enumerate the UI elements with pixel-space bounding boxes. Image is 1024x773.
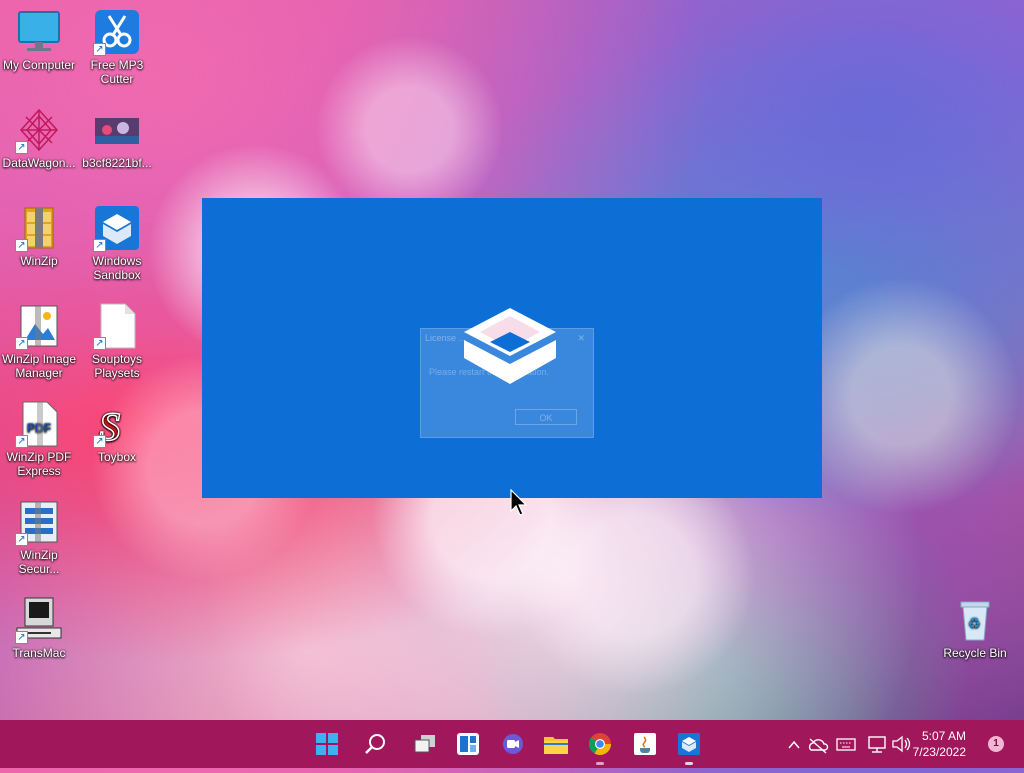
- windows-sandbox-taskbar-button[interactable]: [673, 728, 705, 765]
- close-icon[interactable]: ✕: [577, 329, 585, 347]
- shortcut-arrow-icon: ↗: [15, 435, 28, 448]
- widgets-button[interactable]: [452, 728, 484, 760]
- winzip-image-manager-icon: ↗: [15, 302, 63, 350]
- clock-date[interactable]: 7/23/2022: [886, 745, 966, 759]
- desktop-icon-winzip-image-manager[interactable]: ↗ WinZip Image Manager: [0, 302, 78, 380]
- desktop-icon-label: Recycle Bin: [943, 646, 1007, 660]
- teams-chat-icon: [503, 734, 523, 754]
- clock-time[interactable]: 5:07 AM: [886, 729, 966, 743]
- teams-chat-button[interactable]: [497, 728, 529, 760]
- desktop-icon-recycle-bin[interactable]: ♻ Recycle Bin: [936, 596, 1014, 660]
- keyboard-tray-button[interactable]: [835, 720, 857, 768]
- recycle-bin-icon: ♻: [951, 596, 999, 644]
- desktop-icon-label: WinZip Secur...: [18, 548, 60, 576]
- shortcut-arrow-icon: ↗: [93, 43, 106, 56]
- desktop-icon-label: Souptoys Playsets: [91, 352, 143, 380]
- desktop-icon-winzip-secure[interactable]: ↗ WinZip Secur...: [0, 498, 78, 576]
- java-icon: [634, 733, 656, 755]
- desktop-icon-transmac[interactable]: ↗ TransMac: [0, 596, 78, 660]
- onedrive-icon: [808, 738, 829, 754]
- desktop-icon-winzip-pdf-express[interactable]: PDF ↗ WinZip PDF Express: [0, 400, 78, 478]
- file-explorer-button[interactable]: [540, 728, 572, 760]
- windows-start-icon: [316, 733, 338, 755]
- file-explorer-icon: [544, 737, 568, 754]
- running-indicator: [685, 762, 693, 765]
- desktop-icon-label: Windows Sandbox: [92, 254, 142, 282]
- shortcut-arrow-icon: ↗: [93, 435, 106, 448]
- shortcut-arrow-icon: ↗: [15, 239, 28, 252]
- onedrive-tray-button[interactable]: [807, 720, 829, 768]
- chrome-icon: [588, 733, 611, 755]
- task-view-icon: [414, 735, 435, 753]
- show-hidden-icons-button[interactable]: [784, 720, 804, 768]
- blank-file-icon: ↗: [93, 302, 141, 350]
- desktop-icon-windows-sandbox[interactable]: ↗ Windows Sandbox: [78, 204, 156, 282]
- chrome-button[interactable]: [584, 728, 616, 765]
- image-file-icon: [93, 106, 141, 154]
- desktop-icon-toybox[interactable]: S ↗ Toybox: [78, 400, 156, 464]
- desktop-icon-free-mp3-cutter[interactable]: ↗ Free MP3 Cutter: [78, 8, 156, 86]
- shortcut-arrow-icon: ↗: [15, 141, 28, 154]
- windows-sandbox-logo-icon: [460, 306, 560, 388]
- taskbar: 5:07 AM 7/23/2022: [0, 720, 1024, 768]
- shortcut-arrow-icon: ↗: [15, 631, 28, 644]
- desktop-icon-label: TransMac: [12, 646, 66, 660]
- desktop-icon-image-file[interactable]: b3cf8221bf...: [78, 106, 156, 170]
- desktop-icon-label: My Computer: [2, 58, 76, 72]
- search-icon: [365, 734, 385, 754]
- windows-sandbox-icon: ↗: [93, 204, 141, 252]
- desktop-icon-my-computer[interactable]: My Computer: [0, 8, 78, 72]
- desktop-icon-label: Toybox: [97, 450, 137, 464]
- winzip-secure-icon: ↗: [15, 498, 63, 546]
- toybox-icon: S ↗: [93, 400, 141, 450]
- start-button[interactable]: [311, 728, 343, 760]
- ok-button[interactable]: OK: [515, 409, 577, 425]
- pdf-icon: PDF ↗: [15, 400, 63, 448]
- windows-sandbox-window[interactable]: License ... ✕ Please restart this applic…: [202, 198, 822, 498]
- network-tray-button[interactable]: [866, 720, 888, 768]
- monitor-icon: [15, 8, 63, 56]
- search-button[interactable]: [359, 728, 391, 760]
- shortcut-arrow-icon: ↗: [15, 337, 28, 350]
- transmac-icon: ↗: [15, 596, 63, 644]
- chevron-up-icon: [788, 740, 800, 749]
- network-icon: [868, 736, 886, 753]
- desktop-icon-label: Free MP3 Cutter: [90, 58, 144, 86]
- shortcut-arrow-icon: ↗: [15, 533, 28, 546]
- windows-sandbox-icon: [678, 733, 700, 755]
- desktop-icon-label: WinZip Image Manager: [1, 352, 77, 380]
- datawagon-icon: ↗: [15, 106, 63, 154]
- desktop-icon-label: WinZip PDF Express: [6, 450, 72, 478]
- task-view-button[interactable]: [409, 728, 441, 760]
- svg-text:♻: ♻: [968, 616, 981, 632]
- java-button[interactable]: [629, 728, 661, 760]
- widgets-icon: [457, 733, 479, 755]
- desktop-icon-label: WinZip: [20, 254, 58, 268]
- scissors-icon: ↗: [93, 8, 141, 56]
- notification-badge[interactable]: 1: [988, 736, 1004, 752]
- running-indicator: [596, 762, 604, 765]
- keyboard-icon: [836, 738, 856, 751]
- shortcut-arrow-icon: ↗: [93, 337, 106, 350]
- volume-tray-button[interactable]: [890, 720, 912, 768]
- desktop-icon-label: b3cf8221bf...: [82, 156, 152, 170]
- shortcut-arrow-icon: ↗: [93, 239, 106, 252]
- mouse-cursor-icon: [510, 488, 530, 517]
- winzip-icon: ↗: [15, 204, 63, 252]
- desktop-icon-winzip[interactable]: ↗ WinZip: [0, 204, 78, 268]
- desktop-icon-datawagon[interactable]: ↗ DataWagon...: [0, 106, 78, 170]
- desktop-icon-label: DataWagon...: [2, 156, 76, 170]
- desktop-icon-souptoys-playsets[interactable]: ↗ Souptoys Playsets: [78, 302, 156, 380]
- volume-icon: [892, 735, 911, 753]
